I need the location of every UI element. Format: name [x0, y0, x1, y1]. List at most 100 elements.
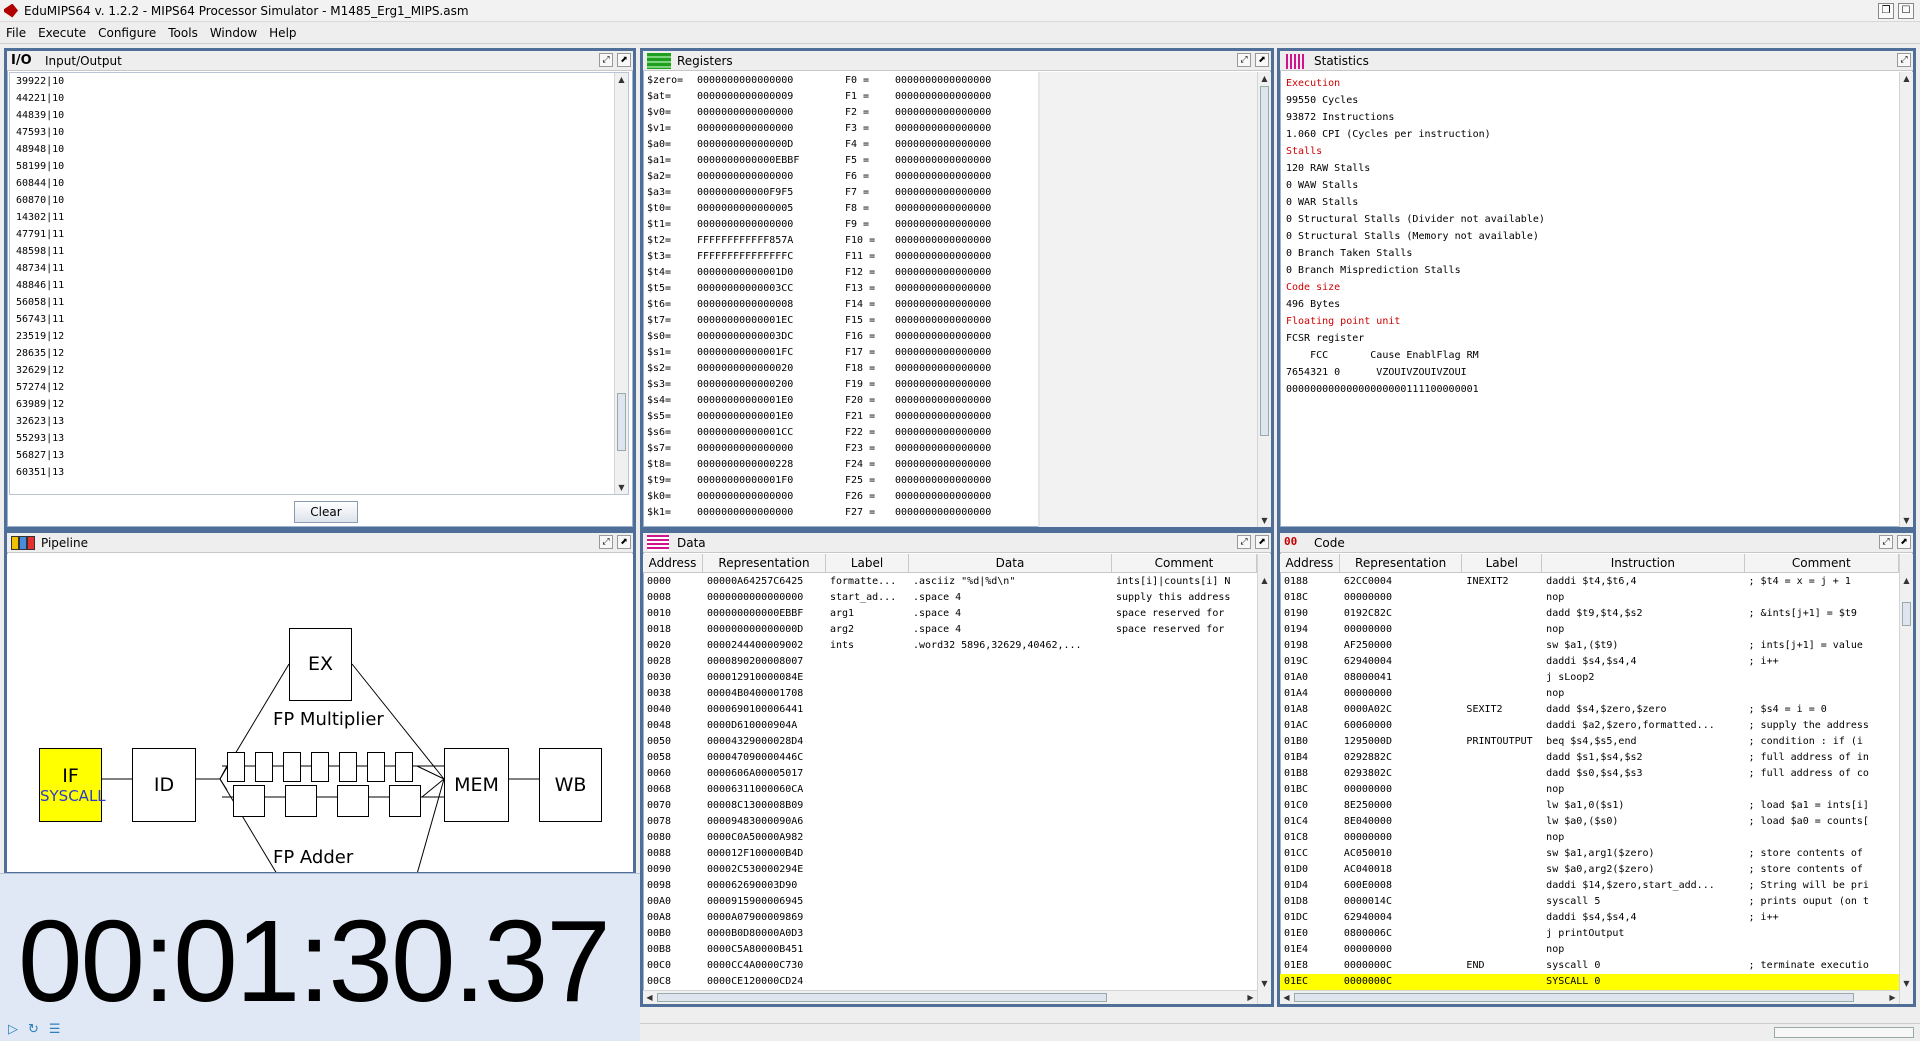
data-frame-header[interactable]: Data ⤢ ⬈	[643, 533, 1271, 553]
scroll-right-icon[interactable]: ▶	[1244, 991, 1257, 1004]
table-row[interactable]: 0058 000047090000446C	[643, 750, 1257, 766]
table-row[interactable]: 01BC 00000000 nop	[1280, 782, 1899, 798]
table-row[interactable]: 01B4 0292882C dadd $s1,$s4,$s2 ; full addre…	[1280, 750, 1899, 766]
pipeline-frame-header[interactable]: Pipeline ⤢ ⬈	[7, 533, 633, 553]
maximize-window-icon[interactable]: ☐	[1898, 3, 1914, 19]
table-row[interactable]: 01D0 AC040018 sw $a0,arg2($zero) ; store co…	[1280, 862, 1899, 878]
scroll-up-icon[interactable]: ▲	[1900, 574, 1913, 587]
menu-file[interactable]: File	[0, 26, 32, 40]
menu-tools[interactable]: Tools	[162, 26, 204, 40]
table-row[interactable]: 0018 000000000000000D arg2 .space 4 space re…	[643, 622, 1257, 638]
iconify-icon[interactable]: ⤢	[1879, 535, 1893, 549]
table-row[interactable]: 01D4 600E0008 daddi $14,$zero,start_add...…	[1280, 878, 1899, 894]
data-vertical-scrollbar[interactable]: ▲ ▼	[1257, 554, 1271, 1004]
io-output-area[interactable]: 39922|10 44221|10 44839|10 47593|10 48948|10…	[9, 72, 629, 495]
table-row[interactable]: 01C0 8E250000 lw $a1,0($s1) ; load $a1 = in…	[1280, 798, 1899, 814]
iconify-icon[interactable]: ⤢	[1237, 535, 1251, 549]
table-row[interactable]: 0038 00004B0400001708	[643, 686, 1257, 702]
maximize-frame-icon[interactable]: ⬈	[617, 535, 631, 549]
scroll-up-icon[interactable]: ▲	[615, 73, 628, 86]
table-row[interactable]: 0030 000012910000084E	[643, 670, 1257, 686]
table-row[interactable]: 0088 000012F100000B4D	[643, 846, 1257, 862]
table-row[interactable]: 0098 000062690003D90	[643, 878, 1257, 894]
statistics-frame-header[interactable]: Statistics ⤢	[1280, 51, 1913, 71]
table-row[interactable]: 018C 00000000 nop	[1280, 590, 1899, 606]
table-row[interactable]: 0040 0000690100006441	[643, 702, 1257, 718]
restore-window-icon[interactable]: ❐	[1878, 3, 1894, 19]
settings-icon[interactable]: ☰	[49, 1022, 61, 1037]
table-row[interactable]: 01A0 08000041 j sLoop2	[1280, 670, 1899, 686]
data-horizontal-scrollbar[interactable]: ◀ ▶	[643, 990, 1257, 1004]
table-row[interactable]: 00B8 0000C5A80000B451	[643, 942, 1257, 958]
scroll-thumb[interactable]	[1902, 602, 1911, 626]
table-row[interactable]: 01A8 0000A02C SEXIT2 dadd $s4,$zero,$zero ; …	[1280, 702, 1899, 718]
code-column-header[interactable]: Address	[1280, 554, 1340, 572]
table-row[interactable]: 01EC 0000000C SYSCALL 0	[1280, 974, 1899, 990]
data-column-header[interactable]: Representation	[703, 554, 826, 572]
table-row[interactable]: 00C8 0000CE120000CD24	[643, 974, 1257, 990]
scroll-thumb[interactable]	[1260, 86, 1269, 436]
table-row[interactable]: 01E8 0000000C END syscall 0 ; terminate exec…	[1280, 958, 1899, 974]
table-row[interactable]: 01CC AC050010 sw $a1,arg1($zero) ; store co…	[1280, 846, 1899, 862]
scroll-left-icon[interactable]: ◀	[1280, 991, 1293, 1004]
table-row[interactable]: 01D8 0000014C syscall 5 ; prints ouput (on …	[1280, 894, 1899, 910]
scroll-down-icon[interactable]: ▼	[615, 481, 628, 494]
clear-button[interactable]: Clear	[294, 501, 358, 523]
table-row[interactable]: 0050 00004329000028D4	[643, 734, 1257, 750]
maximize-frame-icon[interactable]: ⬈	[1255, 53, 1269, 67]
table-row[interactable]: 01C8 00000000 nop	[1280, 830, 1899, 846]
code-column-header[interactable]: Instruction	[1542, 554, 1745, 572]
scroll-thumb[interactable]	[617, 393, 626, 451]
scroll-left-icon[interactable]: ◀	[643, 991, 656, 1004]
table-row[interactable]: 0060 0000606A00005017	[643, 766, 1257, 782]
scroll-right-icon[interactable]: ▶	[1886, 991, 1899, 1004]
data-column-header[interactable]: Label	[826, 554, 909, 572]
iconify-icon[interactable]: ⤢	[599, 535, 613, 549]
table-row[interactable]: 00C0 0000CC4A0000C730	[643, 958, 1257, 974]
scroll-thumb[interactable]	[1294, 993, 1854, 1002]
table-row[interactable]: 019C 62940004 daddi $s4,$s4,4 ; i++	[1280, 654, 1899, 670]
code-column-header[interactable]: Representation	[1340, 554, 1463, 572]
table-row[interactable]: 0188 62CC0004 INEXIT2 daddi $t4,$t6,4 ; $t4 …	[1280, 574, 1899, 590]
table-row[interactable]: 01A4 00000000 nop	[1280, 686, 1899, 702]
menu-help[interactable]: Help	[263, 26, 302, 40]
table-row[interactable]: 0078 00009483000090A6	[643, 814, 1257, 830]
table-row[interactable]: 0198 AF250000 sw $a1,($t9) ; ints[j+1] = va…	[1280, 638, 1899, 654]
table-row[interactable]: 01E0 0800006C j printOutput	[1280, 926, 1899, 942]
table-row[interactable]: 0068 00006311000060CA	[643, 782, 1257, 798]
data-column-header[interactable]: Address	[643, 554, 703, 572]
table-row[interactable]: 00A8 0000A07900009869	[643, 910, 1257, 926]
table-row[interactable]: 01E4 00000000 nop	[1280, 942, 1899, 958]
loop-icon[interactable]: ↻	[28, 1022, 39, 1037]
scroll-down-icon[interactable]: ▼	[1900, 514, 1913, 527]
table-row[interactable]: 0020 0000244400009002 ints .word32 5896,326…	[643, 638, 1257, 654]
maximize-frame-icon[interactable]: ⬈	[1897, 535, 1911, 549]
scroll-thumb[interactable]	[657, 993, 1107, 1002]
data-column-header[interactable]: Comment	[1112, 554, 1257, 572]
table-row[interactable]: 0190 0192C82C dadd $t9,$t4,$s2 ; &ints[j+1]…	[1280, 606, 1899, 622]
code-frame-header[interactable]: 00 Code ⤢ ⬈	[1280, 533, 1913, 553]
data-column-header[interactable]: Data	[909, 554, 1112, 572]
table-row[interactable]: 01AC 60060000 daddi $a2,$zero,formatted...…	[1280, 718, 1899, 734]
code-column-header[interactable]: Comment	[1745, 554, 1900, 572]
code-column-header[interactable]: Label	[1462, 554, 1543, 572]
table-row[interactable]: 0048 0000D610000904A	[643, 718, 1257, 734]
scroll-up-icon[interactable]: ▲	[1900, 72, 1913, 85]
statistics-vertical-scrollbar[interactable]: ▲ ▼	[1899, 72, 1913, 527]
table-row[interactable]: 01C4 8E040000 lw $a0,($s0) ; load $a0 = cou…	[1280, 814, 1899, 830]
io-vertical-scrollbar[interactable]: ▲ ▼	[614, 73, 628, 494]
table-row[interactable]: 01DC 62940004 daddi $s4,$s4,4 ; i++	[1280, 910, 1899, 926]
table-row[interactable]: 0008 0000000000000000 start_ad... .space 4 s…	[643, 590, 1257, 606]
maximize-frame-icon[interactable]: ⬈	[617, 53, 631, 67]
table-row[interactable]: 0010 000000000000EBBF arg1 .space 4 space re…	[643, 606, 1257, 622]
table-row[interactable]: 0070 00008C1300008B09	[643, 798, 1257, 814]
scroll-up-icon[interactable]: ▲	[1258, 72, 1271, 85]
menu-window[interactable]: Window	[204, 26, 263, 40]
table-row[interactable]: 0080 0000C0A50000A982	[643, 830, 1257, 846]
menu-execute[interactable]: Execute	[32, 26, 92, 40]
maximize-frame-icon[interactable]: ⬈	[1255, 535, 1269, 549]
iconify-icon[interactable]: ⤢	[1897, 53, 1911, 67]
scroll-down-icon[interactable]: ▼	[1258, 514, 1271, 527]
menu-configure[interactable]: Configure	[92, 26, 162, 40]
table-row[interactable]: 00A0 0000915900006945	[643, 894, 1257, 910]
